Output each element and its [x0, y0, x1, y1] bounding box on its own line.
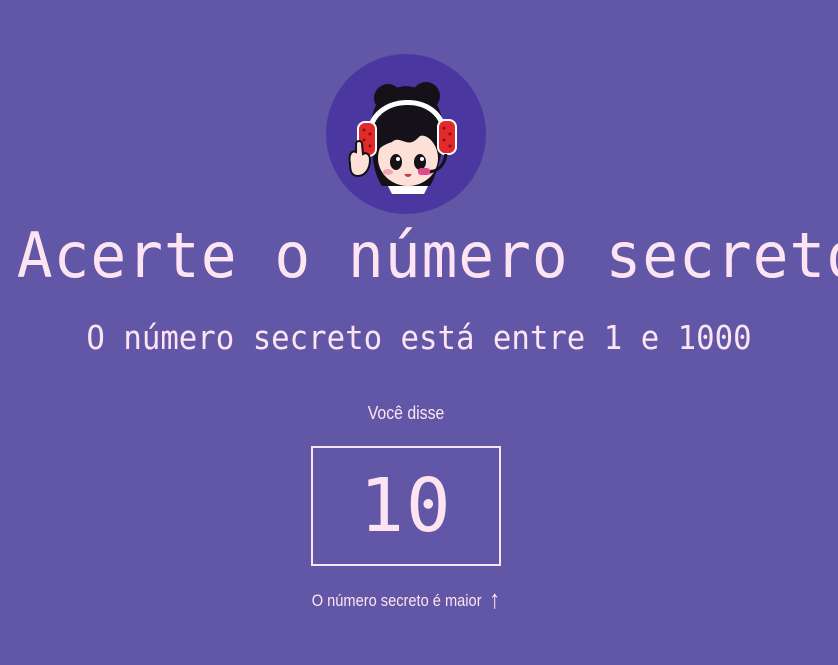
headset-girl-avatar-icon	[348, 82, 457, 194]
hint-message: O número secreto é maior ↑	[57, 585, 755, 615]
range-subtitle: O número secreto está entre 1 e 1000	[86, 318, 752, 357]
arrow-up-icon: ↑	[489, 584, 501, 614]
hint-text: O número secreto é maior	[311, 591, 482, 610]
guess-display: 10	[311, 446, 501, 566]
avatar	[326, 54, 486, 214]
page-title: Acerte o número secreto	[16, 219, 838, 292]
guess-value: 10	[359, 463, 453, 549]
guess-label: Você disse	[367, 403, 445, 423]
